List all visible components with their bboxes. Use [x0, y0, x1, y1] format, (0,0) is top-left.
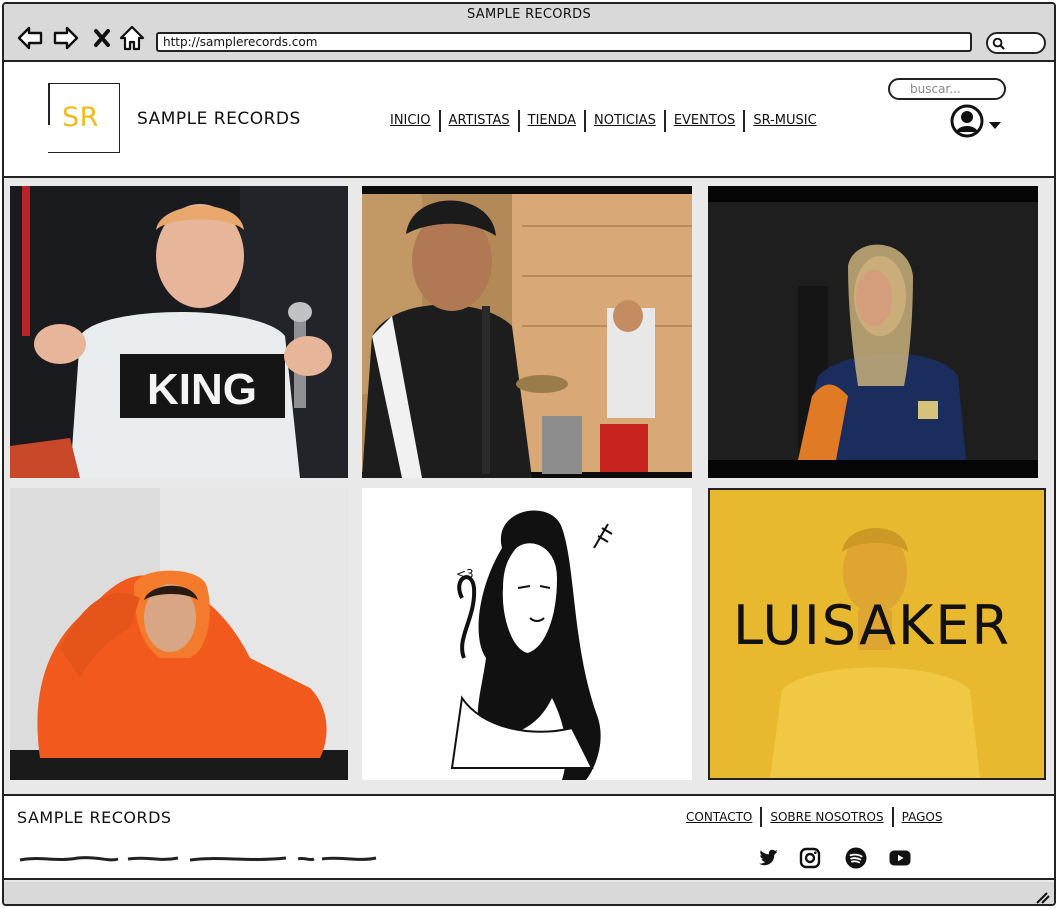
- youtube-link[interactable]: [888, 846, 912, 870]
- stop-button[interactable]: [88, 24, 116, 52]
- artist-tile-luisaker[interactable]: LUISAKER: [708, 488, 1046, 780]
- back-arrow-icon: [17, 26, 43, 50]
- instagram-icon: [799, 847, 821, 869]
- site-logo[interactable]: SR: [48, 82, 120, 153]
- twitter-icon: [759, 849, 778, 866]
- artist-illustration: <3: [362, 488, 692, 780]
- browser-toolbar: SAMPLE RECORDS http://samplerecords.com: [4, 4, 1054, 62]
- back-button[interactable]: [16, 24, 44, 52]
- logo-text: SR: [62, 102, 99, 133]
- footer-placeholder-text: [19, 856, 377, 862]
- tile-overlay-text: LUISAKER: [733, 594, 1011, 657]
- artist-photo: [362, 186, 692, 478]
- twitter-link[interactable]: [756, 846, 780, 870]
- site-header: SR SAMPLE RECORDS INICIO ARTISTAS TIENDA…: [4, 62, 1054, 178]
- main-nav: INICIO ARTISTAS TIENDA NOTICIAS EVENTOS …: [382, 109, 825, 133]
- artist-tile-illustration[interactable]: <3: [362, 488, 692, 780]
- browser-search-field[interactable]: [986, 32, 1046, 54]
- nav-link-tienda[interactable]: TIENDA: [520, 110, 584, 132]
- address-bar[interactable]: http://samplerecords.com: [156, 32, 972, 52]
- artist-tile-dark[interactable]: [708, 186, 1038, 478]
- spotify-icon: [845, 847, 867, 869]
- artist-tile-studio[interactable]: [362, 186, 692, 478]
- chevron-down-icon[interactable]: [988, 120, 1002, 130]
- shirt-text: KING: [147, 365, 257, 414]
- svg-text:<3: <3: [456, 567, 474, 581]
- footer-link-contacto[interactable]: CONTACTO: [678, 807, 760, 827]
- home-button[interactable]: [118, 24, 146, 52]
- artist-photo: LUISAKER: [710, 490, 1044, 778]
- browser-window: SAMPLE RECORDS http://samplerecords.com …: [2, 2, 1056, 906]
- nav-link-inicio[interactable]: INICIO: [382, 110, 439, 132]
- spotify-link[interactable]: [844, 846, 868, 870]
- footer-brand-name: SAMPLE RECORDS: [17, 808, 172, 827]
- artist-photo: KING: [10, 186, 348, 478]
- artist-photo: [10, 488, 348, 780]
- youtube-icon: [889, 850, 911, 866]
- footer-link-pagos[interactable]: PAGOS: [894, 807, 951, 827]
- site-search-input[interactable]: buscar...: [888, 78, 1006, 100]
- forward-arrow-icon: [53, 26, 79, 50]
- footer-nav: CONTACTO SOBRE NOSOTROS PAGOS: [678, 806, 950, 828]
- artist-tile-king[interactable]: KING: [10, 186, 348, 478]
- browser-status-bar: [4, 882, 1054, 904]
- brand-name: SAMPLE RECORDS: [137, 109, 301, 129]
- nav-link-sr-music[interactable]: SR-MUSIC: [745, 110, 824, 132]
- artist-tile-hoodie[interactable]: [10, 488, 348, 780]
- footer-link-sobre-nosotros[interactable]: SOBRE NOSOTROS: [762, 807, 891, 827]
- resize-grip-icon[interactable]: [1034, 890, 1050, 904]
- site-footer: SAMPLE RECORDS CONTACTO SOBRE NOSOTROS P…: [4, 794, 1054, 880]
- window-title: SAMPLE RECORDS: [466, 7, 592, 22]
- home-icon: [119, 25, 145, 51]
- forward-button[interactable]: [52, 24, 80, 52]
- artist-photo: [708, 186, 1038, 478]
- instagram-link[interactable]: [798, 846, 822, 870]
- nav-link-artistas[interactable]: ARTISTAS: [441, 110, 518, 132]
- close-icon: [94, 29, 110, 47]
- nav-link-eventos[interactable]: EVENTOS: [666, 110, 743, 132]
- nav-link-noticias[interactable]: NOTICIAS: [586, 110, 664, 132]
- user-avatar-icon[interactable]: [950, 104, 984, 138]
- search-icon: [992, 37, 1005, 50]
